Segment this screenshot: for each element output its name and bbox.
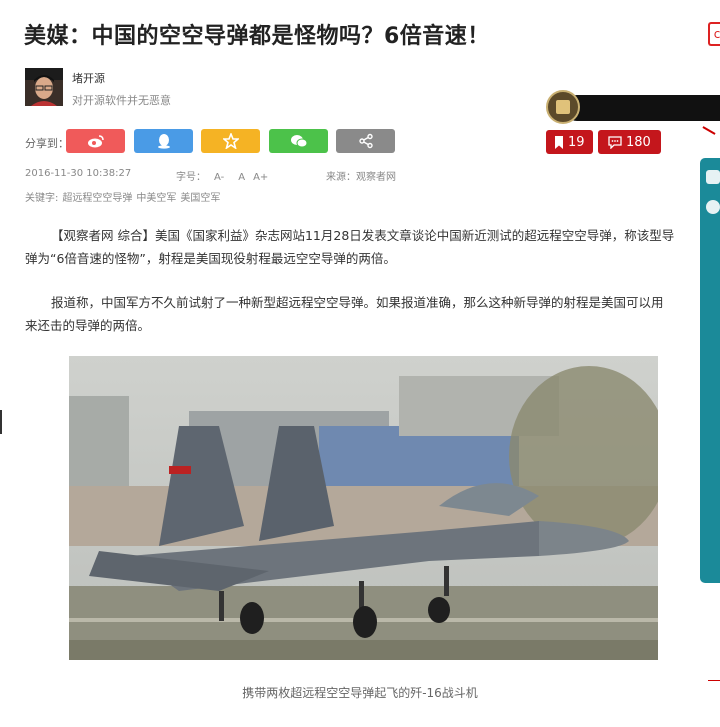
- font-size-large-button[interactable]: A+: [253, 172, 268, 183]
- image-caption: 携带两枚超远程空空导弹起飞的歼-16战斗机: [242, 686, 478, 700]
- article-photo: [69, 356, 658, 660]
- badge-icon[interactable]: [546, 90, 580, 124]
- edge-tab-icon[interactable]: c: [708, 22, 720, 46]
- comment-count-button[interactable]: 180: [598, 130, 661, 154]
- qq-penguin-icon: [157, 134, 170, 149]
- article-title: 美媒：中国的空空导弹都是怪物吗？6倍音速！: [24, 24, 490, 49]
- share-wechat-button[interactable]: [269, 129, 328, 153]
- bookmark-count-button[interactable]: 19: [546, 130, 593, 154]
- left-edge-marker: [0, 410, 2, 434]
- side-weibo-icon[interactable]: [706, 200, 720, 214]
- favorite-button[interactable]: [201, 129, 260, 153]
- share-label: 分享到：: [25, 137, 69, 150]
- keyword-link[interactable]: 美国空军: [180, 193, 220, 204]
- side-toolbar[interactable]: [700, 158, 720, 583]
- font-size-small-button[interactable]: A-: [214, 172, 224, 183]
- floating-widget[interactable]: [546, 88, 720, 128]
- comment-icon: [608, 135, 622, 149]
- article-paragraph: 报道称，中国军方不久前试射了一种新型超远程空空导弹。如果报道准确，那么这种新导弹…: [25, 295, 664, 333]
- font-size-label: 字号：: [176, 172, 206, 183]
- widget-bar: [564, 95, 720, 121]
- publish-datetime: 2016-11-30 10:38:27: [25, 168, 132, 179]
- font-size-normal-button[interactable]: A: [238, 172, 245, 183]
- side-home-icon[interactable]: [706, 170, 720, 184]
- share-weibo-button[interactable]: [66, 129, 125, 153]
- share-qq-button[interactable]: [134, 129, 193, 153]
- share-more-button[interactable]: [336, 129, 395, 153]
- wechat-icon: [290, 135, 307, 148]
- weibo-icon: [87, 135, 104, 148]
- keyword-link[interactable]: 超远程空空导弹: [62, 193, 132, 204]
- article-source: 来源：观察者网: [326, 172, 396, 183]
- keywords-label: 关键字:: [25, 193, 59, 204]
- keyword-link[interactable]: 中美空军: [136, 193, 176, 204]
- comment-count: 180: [626, 134, 651, 150]
- bookmark-icon: [555, 135, 563, 149]
- keywords-row: 关键字: 超远程空空导弹 中美空军 美国空军: [25, 189, 220, 204]
- edge-divider: [708, 680, 720, 681]
- article-paragraph: 【观察者网 综合】美国《国家利益》杂志网站11月28日发表文章谈论中国新近测试的…: [25, 228, 675, 266]
- share-nodes-icon: [358, 133, 373, 149]
- star-icon: [222, 133, 239, 149]
- author-name[interactable]: 堵开源: [72, 70, 105, 86]
- font-size-controls: 字号： A- A A+: [176, 168, 268, 183]
- bookmark-count: 19: [568, 134, 585, 150]
- author-avatar[interactable]: [25, 68, 63, 106]
- author-description: 对开源软件并无恶意: [72, 94, 171, 107]
